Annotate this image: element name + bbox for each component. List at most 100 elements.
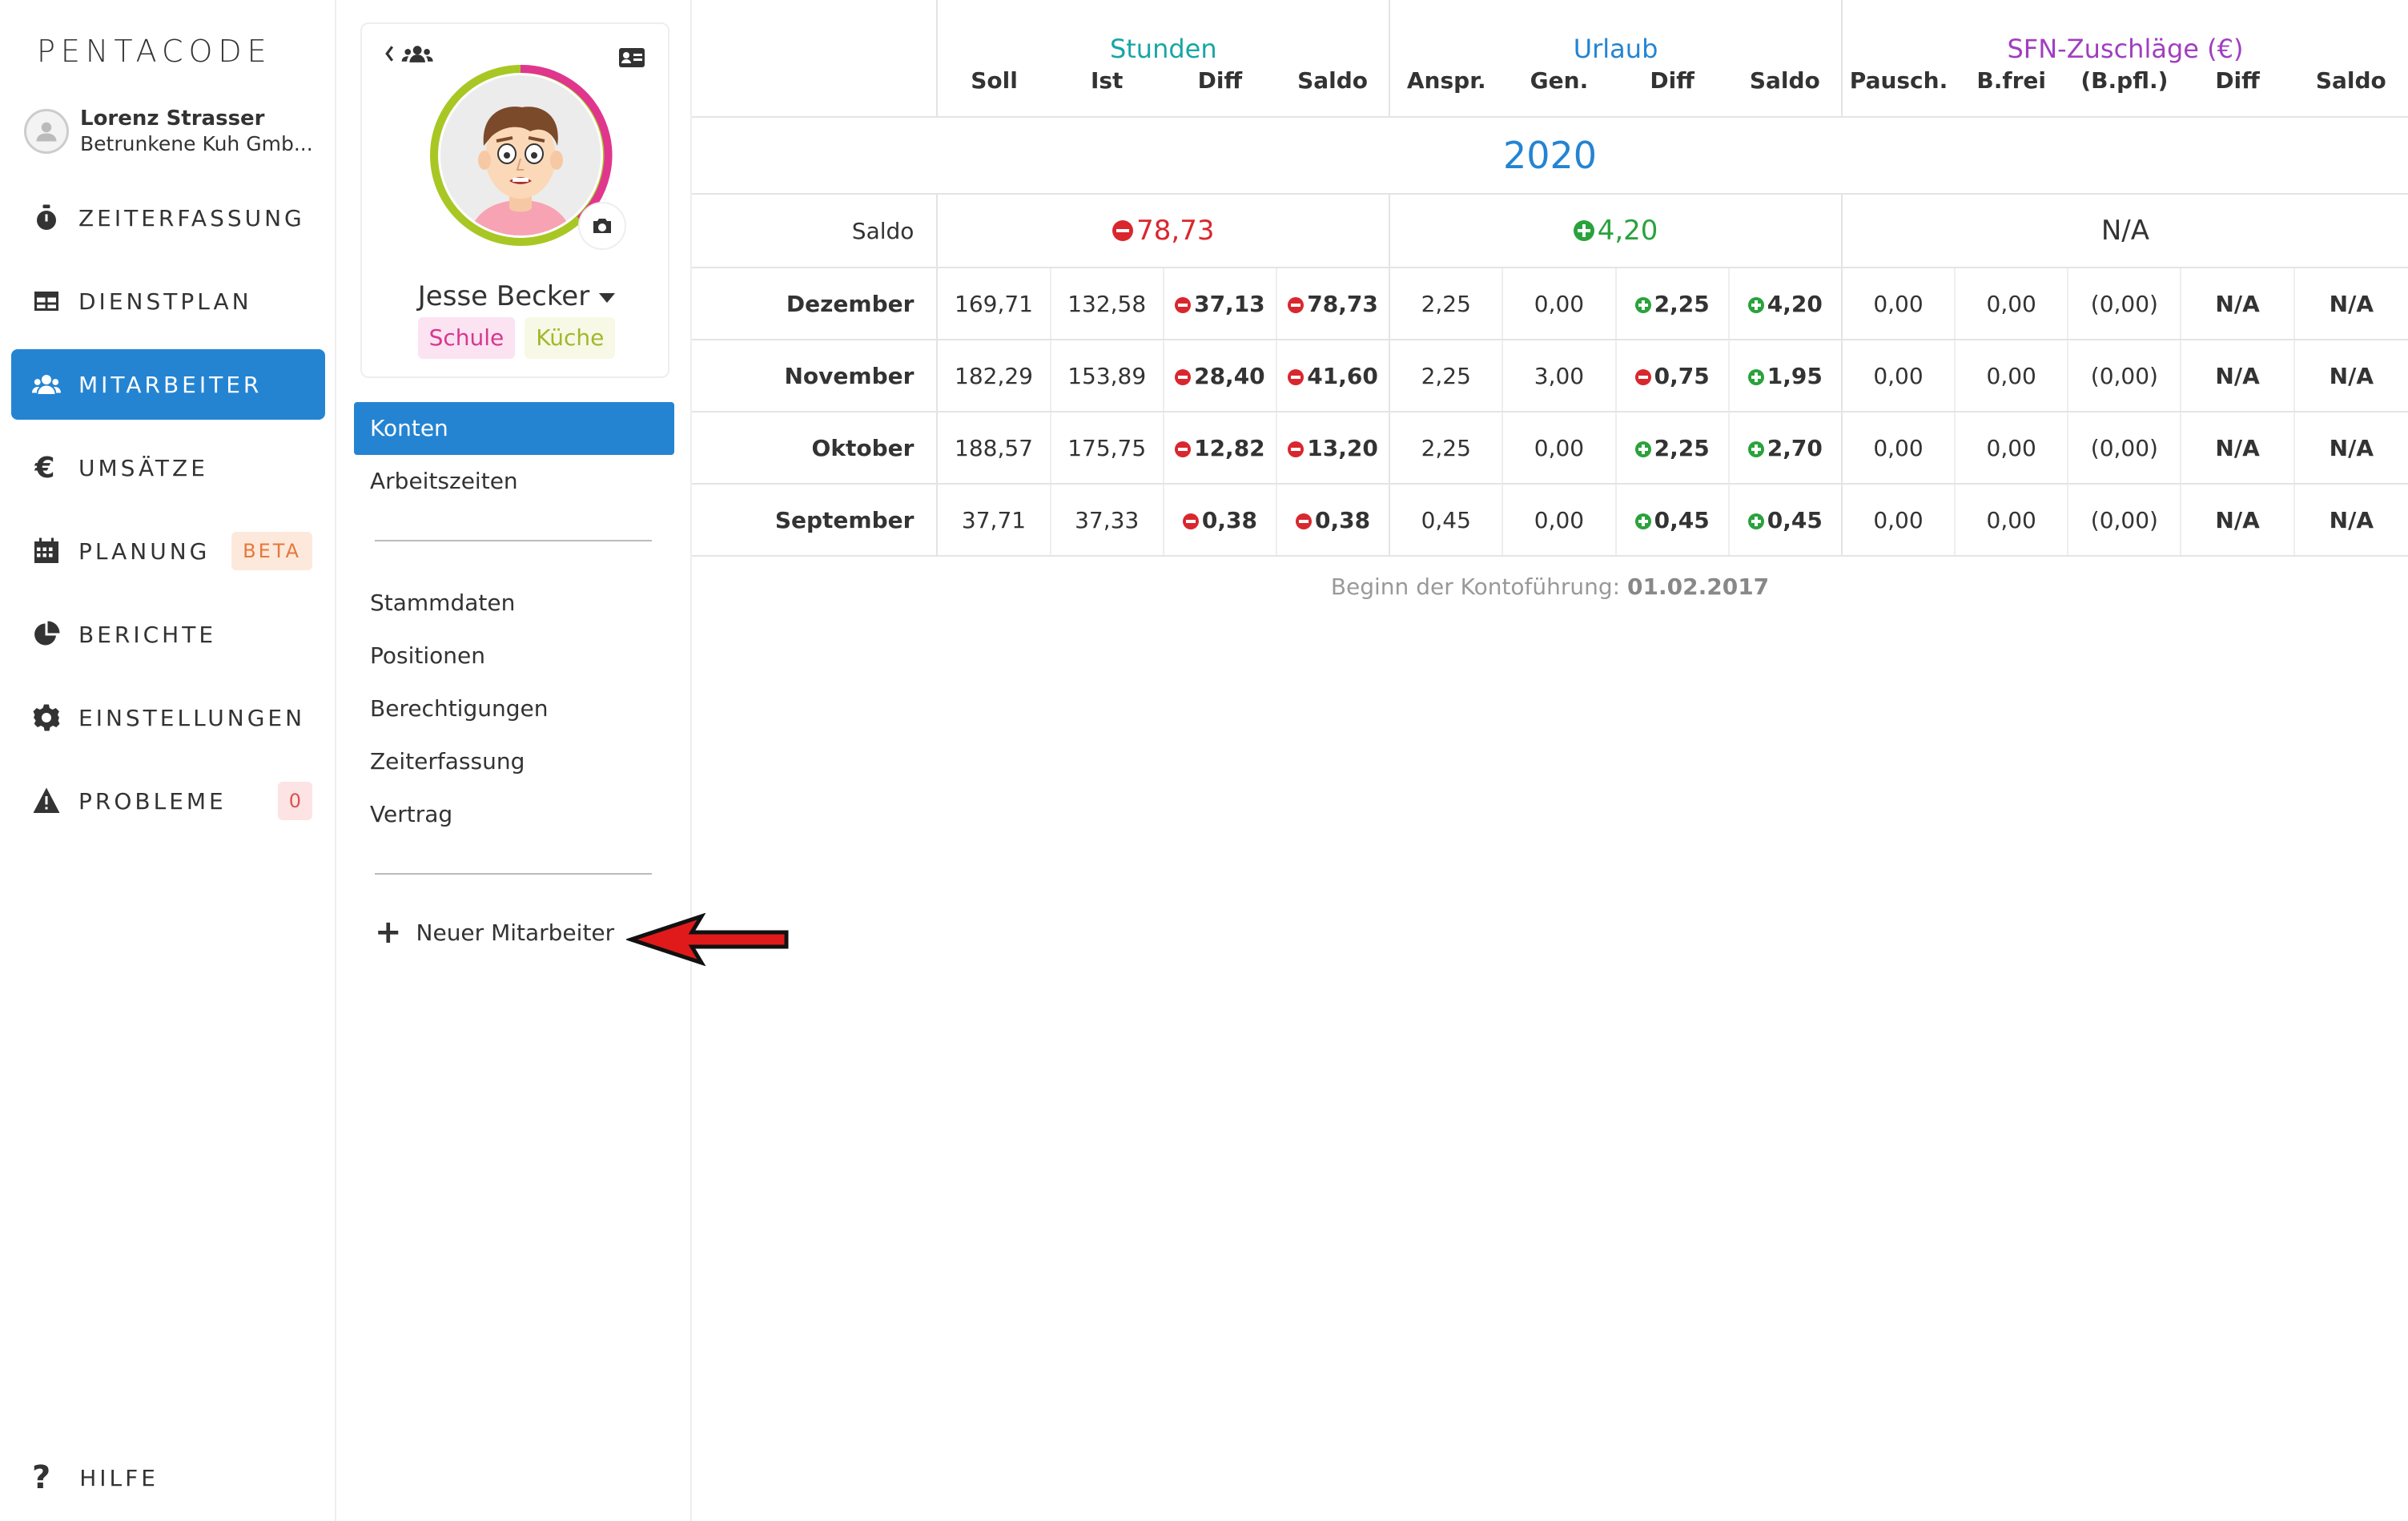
group-urlaub: Urlaub bbox=[1389, 0, 1842, 67]
nav-item-dienstplan[interactable]: DIENSTPLAN bbox=[11, 266, 325, 336]
nav-item-umsaetze[interactable]: € UMSÄTZE bbox=[11, 433, 325, 503]
cell-urlaub-diff-value: 2,25 bbox=[1654, 290, 1710, 317]
cell-urlaub-diff: 2,25 bbox=[1614, 268, 1729, 340]
year-label: 2020 bbox=[692, 117, 2408, 195]
table-row[interactable]: Oktober 188,57 175,75 12,82 13,20 2,25 0,00 2,2… bbox=[692, 412, 2408, 485]
accounts-table: Stunden Urlaub SFN-Zuschläge (€) Soll Is… bbox=[692, 0, 2408, 557]
employee-card: Jesse Becker Schule Küche bbox=[360, 22, 669, 378]
table-row[interactable]: November 182,29 153,89 28,40 41,60 2,25 3,00 0,… bbox=[692, 340, 2408, 412]
minus-circle-icon bbox=[1175, 441, 1192, 457]
calendar-icon bbox=[32, 537, 61, 565]
plus-circle-icon bbox=[1747, 441, 1764, 457]
cell-diff-value: 12,82 bbox=[1194, 434, 1265, 461]
col-ist: Ist bbox=[1050, 67, 1164, 118]
nav-item-mitarbeiter[interactable]: MITARBEITER bbox=[11, 349, 325, 420]
cell-saldo-value: 0,38 bbox=[1315, 506, 1371, 533]
cell-anspr-value: 2,25 bbox=[1421, 434, 1471, 461]
col-saldo: Saldo bbox=[1276, 67, 1390, 118]
cell-sfn-saldo: N/A bbox=[2293, 340, 2408, 412]
employee-panel: Jesse Becker Schule Küche Konten Arbeits… bbox=[336, 0, 692, 1521]
saldo-label: Saldo bbox=[692, 194, 938, 268]
current-user[interactable]: Lorenz Strasser Betrunkene Kuh Gmb... bbox=[24, 106, 320, 157]
cell-anspr: 2,25 bbox=[1389, 268, 1503, 340]
minus-circle-icon bbox=[1288, 296, 1305, 313]
back-to-employees-button[interactable] bbox=[384, 43, 440, 64]
col-bpfl: (B.pfl.) bbox=[2068, 67, 2181, 118]
cell-soll-value: 188,57 bbox=[955, 434, 1033, 461]
cell-anspr: 0,45 bbox=[1389, 484, 1503, 557]
month-label: Dezember bbox=[692, 268, 938, 340]
subnav-berechtigungen[interactable]: Berechtigungen bbox=[354, 682, 674, 735]
col-diff: Diff bbox=[2181, 67, 2294, 118]
subnav-vertrag[interactable]: Vertrag bbox=[354, 788, 674, 841]
col-pausch: Pausch. bbox=[1840, 67, 1956, 118]
cell-pausch: 0,00 bbox=[1840, 412, 1956, 485]
subnav-konten[interactable]: Konten bbox=[354, 402, 674, 455]
col-anspr: Anspr. bbox=[1389, 67, 1503, 118]
cell-bpfl-value: (0,00) bbox=[2090, 290, 2158, 317]
id-card-icon[interactable] bbox=[618, 46, 645, 72]
camera-button[interactable] bbox=[578, 202, 626, 250]
subnav-arbeitszeiten[interactable]: Arbeitszeiten bbox=[354, 455, 674, 508]
col-gen: Gen. bbox=[1502, 67, 1616, 118]
employee-subnav: Konten Arbeitszeiten bbox=[354, 402, 674, 508]
nav-label: DIENSTPLAN bbox=[78, 288, 252, 315]
tag-kueche: Küche bbox=[525, 317, 616, 359]
tag-schule: Schule bbox=[417, 317, 516, 359]
minus-circle-icon bbox=[1175, 368, 1192, 385]
cell-sfn-diff-value: N/A bbox=[2215, 434, 2260, 461]
saldo-sfn: N/A bbox=[1840, 194, 2408, 268]
month-label: November bbox=[692, 340, 938, 412]
cell-bfrei: 0,00 bbox=[1954, 268, 2068, 340]
minus-circle-icon bbox=[1288, 441, 1305, 457]
nav-item-planung[interactable]: PLANUNG BETA bbox=[11, 516, 325, 586]
cell-bpfl-value: (0,00) bbox=[2090, 506, 2158, 533]
nav-label: ZEITERFASSUNG bbox=[78, 204, 305, 231]
cell-ist-value: 132,58 bbox=[1067, 290, 1147, 317]
cell-sfn-diff: N/A bbox=[2180, 412, 2294, 485]
nav-item-einstellungen[interactable]: EINSTELLUNGEN bbox=[11, 682, 325, 753]
subnav-stammdaten[interactable]: Stammdaten bbox=[354, 577, 674, 630]
new-employee-button[interactable]: + Neuer Mitarbeiter bbox=[375, 916, 614, 948]
table-icon bbox=[32, 287, 61, 316]
cell-saldo-value: 41,60 bbox=[1307, 362, 1378, 389]
cell-diff-value: 37,13 bbox=[1194, 290, 1265, 317]
cell-gen-value: 0,00 bbox=[1534, 434, 1585, 461]
nav-item-zeiterfassung[interactable]: ZEITERFASSUNG bbox=[11, 183, 325, 253]
cell-urlaub-diff: 2,25 bbox=[1614, 412, 1729, 485]
cell-urlaub-saldo: 4,20 bbox=[1727, 268, 1842, 340]
employee-tags: Schule Küche bbox=[362, 317, 671, 359]
cell-urlaub-saldo: 0,45 bbox=[1727, 484, 1842, 557]
user-avatar-icon bbox=[24, 109, 69, 154]
cell-soll: 188,57 bbox=[936, 412, 1051, 485]
nav-label: MITARBEITER bbox=[78, 371, 263, 398]
employee-selector[interactable]: Jesse Becker bbox=[362, 280, 671, 312]
subnav-positionen[interactable]: Positionen bbox=[354, 630, 674, 682]
subnav-zeiterfassung[interactable]: Zeiterfassung bbox=[354, 735, 674, 788]
saldo-urlaub: 4,20 bbox=[1389, 194, 1842, 268]
month-label-value: Dezember bbox=[786, 290, 915, 317]
nav-item-probleme[interactable]: PROBLEME 0 bbox=[11, 766, 325, 836]
app-logo[interactable]: PENTACODE bbox=[37, 34, 272, 69]
back-users-icon bbox=[385, 46, 433, 62]
col-saldo: Saldo bbox=[1728, 67, 1842, 118]
cell-sfn-saldo-value: N/A bbox=[2329, 290, 2374, 317]
table-row[interactable]: Dezember 169,71 132,58 37,13 78,73 2,25 0,00 2,… bbox=[692, 268, 2408, 340]
cell-sfn-saldo-value: N/A bbox=[2329, 362, 2374, 389]
col-bfrei: B.frei bbox=[1955, 67, 2068, 118]
nav-label: PLANUNG bbox=[78, 537, 211, 565]
cell-sfn-diff-value: N/A bbox=[2215, 290, 2260, 317]
table-row[interactable]: September 37,71 37,33 0,38 0,38 0,45 0,00 0,45 0… bbox=[692, 484, 2408, 557]
cell-urlaub-saldo: 1,95 bbox=[1727, 340, 1842, 412]
cell-saldo: 0,38 bbox=[1275, 484, 1390, 557]
nav-item-berichte[interactable]: BERICHTE bbox=[11, 599, 325, 670]
plus-circle-icon bbox=[1634, 441, 1651, 457]
cell-soll: 182,29 bbox=[936, 340, 1051, 412]
cell-urlaub-diff: 0,75 bbox=[1614, 340, 1729, 412]
cell-gen-value: 0,00 bbox=[1534, 290, 1585, 317]
cell-bfrei-value: 0,00 bbox=[1986, 290, 2036, 317]
accounts-view: Stunden Urlaub SFN-Zuschläge (€) Soll Is… bbox=[692, 0, 2408, 1521]
col-diff: Diff bbox=[1615, 67, 1729, 118]
help-link[interactable]: ? HILFE bbox=[32, 1459, 159, 1496]
account-start-date: 01.02.2017 bbox=[1627, 573, 1770, 600]
